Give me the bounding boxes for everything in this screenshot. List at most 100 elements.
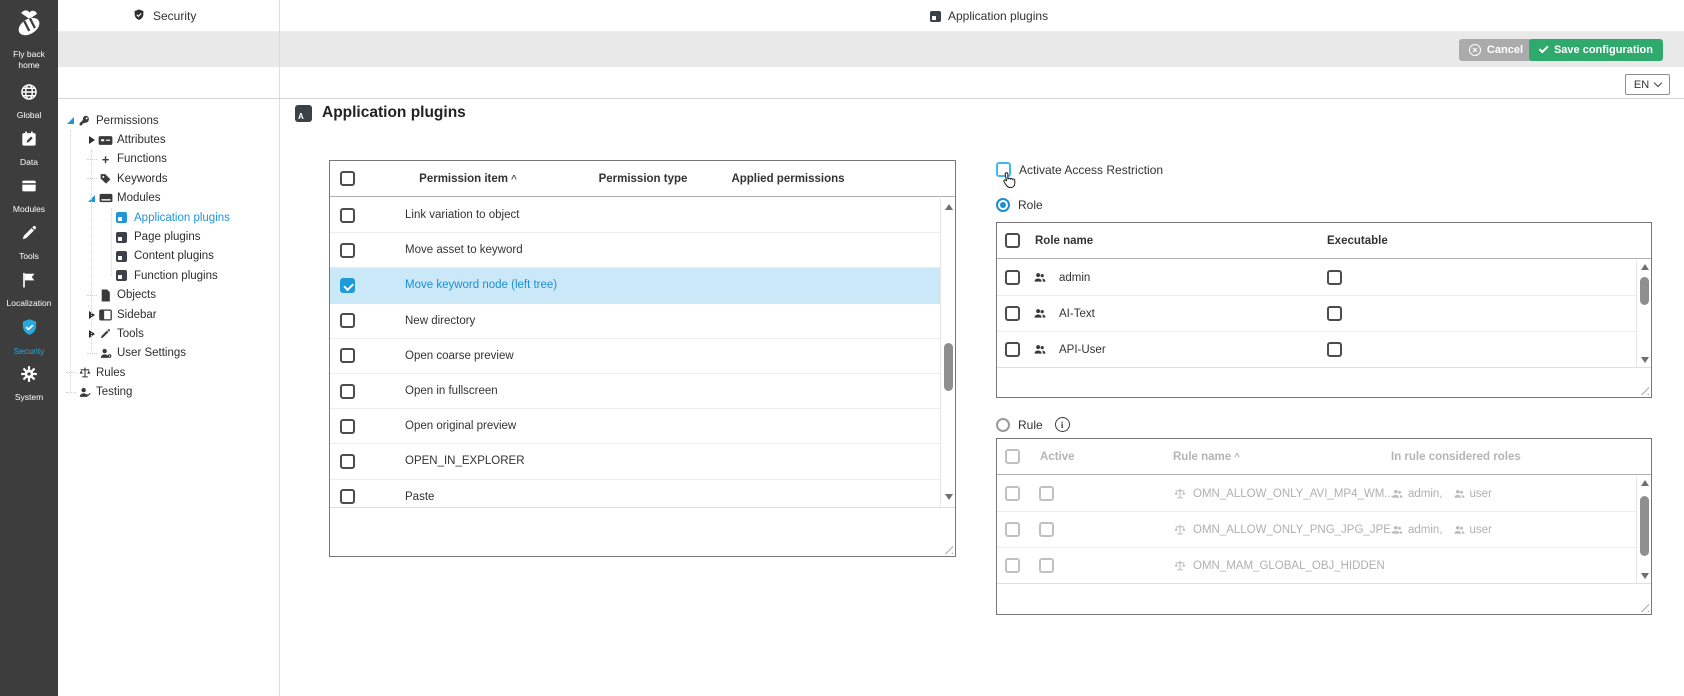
active-checkbox[interactable] bbox=[1039, 522, 1054, 537]
role-name: API-User bbox=[1059, 344, 1106, 356]
table-row[interactable]: API-User bbox=[997, 332, 1636, 368]
chevron-down-icon bbox=[1654, 79, 1662, 87]
column-permission-item[interactable]: Permission item^ bbox=[378, 173, 558, 185]
resize-grip-icon[interactable] bbox=[1636, 599, 1649, 612]
permission-table-header: Permission item^ Permission type Applied… bbox=[330, 161, 955, 197]
key-icon bbox=[77, 114, 92, 127]
row-checkbox[interactable] bbox=[340, 489, 355, 504]
tab-security[interactable]: Security bbox=[132, 0, 196, 32]
table-row[interactable]: Link variation to object bbox=[330, 198, 940, 233]
rail-item-system[interactable]: System bbox=[1, 364, 57, 411]
expand-open-icon[interactable] bbox=[64, 117, 77, 124]
row-checkbox[interactable] bbox=[1005, 342, 1020, 357]
scroll-up-icon[interactable] bbox=[945, 204, 953, 210]
tree-item-permissions[interactable]: Permissions bbox=[58, 111, 279, 130]
scroll-up-icon[interactable] bbox=[1641, 264, 1649, 270]
role-radio-row: Role bbox=[996, 198, 1043, 212]
role-radio[interactable] bbox=[996, 198, 1010, 212]
rail-item-label: Tools bbox=[19, 251, 39, 261]
scroll-down-icon[interactable] bbox=[945, 494, 953, 500]
save-configuration-button[interactable]: Save configuration bbox=[1529, 39, 1663, 61]
tree-connector bbox=[87, 353, 97, 354]
table-row: OMN_ALLOW_ONLY_PNG_JPG_JPE... admin, use… bbox=[997, 512, 1636, 548]
table-row[interactable]: Open coarse preview bbox=[330, 339, 940, 374]
tree-item-label: Function plugins bbox=[134, 270, 218, 282]
executable-checkbox[interactable] bbox=[1327, 306, 1342, 321]
row-checkbox[interactable] bbox=[1005, 522, 1020, 537]
row-checkbox[interactable] bbox=[340, 208, 355, 223]
row-checkbox[interactable] bbox=[340, 419, 355, 434]
tree-item-testing[interactable]: Testing bbox=[58, 382, 279, 401]
scroll-down-icon[interactable] bbox=[1641, 357, 1649, 363]
scroll-down-icon[interactable] bbox=[1641, 573, 1649, 579]
row-checkbox[interactable] bbox=[340, 313, 355, 328]
calendar-pencil-icon bbox=[19, 129, 39, 154]
table-row[interactable]: Move asset to keyword bbox=[330, 233, 940, 268]
resize-grip-icon[interactable] bbox=[940, 541, 953, 554]
application-plugin-icon bbox=[295, 105, 312, 122]
table-row[interactable]: AI-Text bbox=[997, 296, 1636, 332]
role-table: Role name Executable admin bbox=[996, 222, 1652, 398]
rail-item-global[interactable]: Global bbox=[1, 82, 57, 129]
vertical-scrollbar[interactable] bbox=[1636, 476, 1651, 584]
rail-item-tools[interactable]: Tools bbox=[1, 223, 57, 270]
column-executable[interactable]: Executable bbox=[1327, 235, 1388, 247]
cancel-button[interactable]: × Cancel bbox=[1459, 39, 1533, 61]
row-checkbox-checked[interactable] bbox=[340, 278, 355, 293]
rail-item-security[interactable]: Security bbox=[1, 317, 57, 364]
select-all-checkbox[interactable] bbox=[1005, 449, 1020, 464]
row-checkbox[interactable] bbox=[340, 454, 355, 469]
rail-item-label: Security bbox=[14, 346, 45, 356]
select-all-checkbox[interactable] bbox=[340, 171, 355, 186]
row-checkbox[interactable] bbox=[340, 348, 355, 363]
scrollbar-thumb[interactable] bbox=[1640, 277, 1649, 305]
table-row[interactable]: OPEN_IN_EXPLORER bbox=[330, 444, 940, 479]
tree-item-rules[interactable]: Rules bbox=[58, 363, 279, 382]
column-applied-permissions[interactable]: Applied permissions bbox=[728, 173, 848, 185]
vertical-scrollbar[interactable] bbox=[940, 198, 955, 508]
language-dropdown[interactable]: EN bbox=[1625, 74, 1670, 95]
active-checkbox[interactable] bbox=[1039, 558, 1054, 573]
row-checkbox[interactable] bbox=[1005, 486, 1020, 501]
rule-scale-icon bbox=[1173, 523, 1187, 536]
rail-item-label: System bbox=[15, 392, 43, 402]
expand-closed-icon[interactable] bbox=[85, 136, 98, 144]
pencil-icon bbox=[98, 327, 113, 340]
tab-application-plugins[interactable]: Application plugins bbox=[930, 0, 1048, 32]
table-row[interactable]: Open in fullscreen bbox=[330, 374, 940, 409]
permission-label: New directory bbox=[378, 315, 475, 327]
row-checkbox[interactable] bbox=[340, 243, 355, 258]
tree-item-attributes[interactable]: Attributes bbox=[58, 130, 279, 149]
select-all-checkbox[interactable] bbox=[1005, 233, 1020, 248]
scrollbar-thumb[interactable] bbox=[1640, 496, 1649, 556]
resize-grip-icon[interactable] bbox=[1636, 382, 1649, 395]
scrollbar-thumb[interactable] bbox=[944, 343, 953, 391]
table-row[interactable]: Paste bbox=[330, 480, 940, 509]
row-checkbox[interactable] bbox=[1005, 306, 1020, 321]
info-icon[interactable]: i bbox=[1055, 417, 1070, 432]
tree-item-label: Modules bbox=[117, 192, 160, 204]
permission-table: Permission item^ Permission type Applied… bbox=[329, 160, 956, 557]
column-role-name[interactable]: Role name bbox=[1035, 235, 1093, 247]
home-logo[interactable]: Fly back home bbox=[1, 6, 57, 70]
column-permission-type[interactable]: Permission type bbox=[558, 173, 728, 185]
table-row-selected[interactable]: Move keyword node (left tree) bbox=[330, 268, 940, 303]
row-checkbox[interactable] bbox=[340, 384, 355, 399]
table-row[interactable]: admin bbox=[997, 260, 1636, 296]
table-row: OMN_MAM_GLOBAL_OBJ_HIDDEN bbox=[997, 548, 1636, 584]
tree-item-label: User Settings bbox=[117, 347, 186, 359]
row-checkbox[interactable] bbox=[1005, 558, 1020, 573]
permission-label: Open coarse preview bbox=[378, 350, 514, 362]
vertical-scrollbar[interactable] bbox=[1636, 260, 1651, 368]
executable-checkbox[interactable] bbox=[1327, 342, 1342, 357]
rail-item-localization[interactable]: Localization bbox=[1, 270, 57, 317]
row-checkbox[interactable] bbox=[1005, 270, 1020, 285]
rail-item-data[interactable]: Data bbox=[1, 129, 57, 176]
executable-checkbox[interactable] bbox=[1327, 270, 1342, 285]
rail-item-modules[interactable]: Modules bbox=[1, 176, 57, 223]
rule-radio[interactable] bbox=[996, 418, 1010, 432]
scroll-up-icon[interactable] bbox=[1641, 480, 1649, 486]
active-checkbox[interactable] bbox=[1039, 486, 1054, 501]
table-row[interactable]: New directory bbox=[330, 304, 940, 339]
table-row[interactable]: Open original preview bbox=[330, 409, 940, 444]
